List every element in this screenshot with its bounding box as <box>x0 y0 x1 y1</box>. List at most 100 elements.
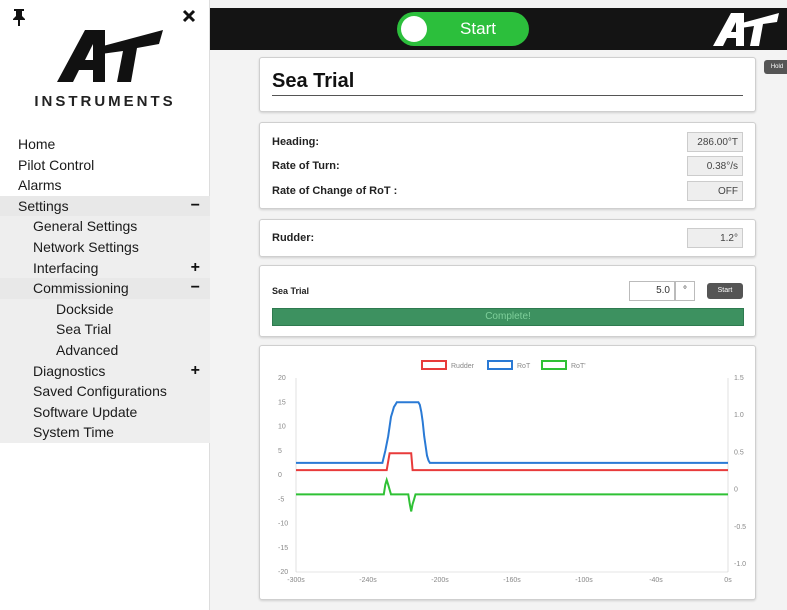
sidebar-item-general-settings[interactable]: General Settings <box>0 216 210 237</box>
title-panel: Sea Trial <box>259 57 756 112</box>
y-left-tick-label: -20 <box>278 569 288 576</box>
sidebar-item-label: Sea Trial <box>56 321 112 338</box>
sidebar-item-label: General Settings <box>33 218 138 235</box>
sidebar-item-label: Home <box>18 136 56 152</box>
expand-icon[interactable]: + <box>191 361 200 382</box>
y-right-tick-label: 1.5 <box>734 375 744 382</box>
sidebar-item-label: Advanced <box>56 341 119 358</box>
y-left-tick-label: 10 <box>278 424 286 431</box>
x-tick-label: -160s <box>503 577 521 584</box>
y-right-tick-label: 1.0 <box>734 412 744 419</box>
legend-label: Rudder <box>451 363 475 370</box>
y-left-tick-label: 20 <box>278 375 286 382</box>
x-tick-label: -240s <box>359 577 377 584</box>
rudder-panel: Rudder: 1.2° <box>259 219 756 257</box>
top-bar: Start <box>210 8 787 50</box>
chart-panel: 20 15 10 5 0 -5 -10 -15 -20 1.5 1.0 0.5 0 -0.5 -1.0 -30… <box>259 345 756 600</box>
x-tick-label: -200s <box>431 577 449 584</box>
rudder-row: Rudder: 1.2° <box>272 228 743 250</box>
legend-swatch <box>541 360 567 370</box>
legend-swatch <box>487 360 513 370</box>
navigation-data-panel: Heading: 286.00°T Rate of Turn: 0.38°/s … <box>259 122 756 209</box>
hold-button[interactable]: Hold <box>764 60 787 74</box>
brand-text: INSTRUMENTS <box>34 93 176 110</box>
sidebar-item-label: Commissioning <box>33 280 129 297</box>
sidebar-item-interfacing[interactable]: Interfacing + <box>0 257 210 279</box>
y-right-tick-label: 0 <box>734 487 738 494</box>
legend-label: RoT <box>517 363 531 370</box>
sidebar-item-dockside[interactable]: Dockside <box>0 298 210 320</box>
start-toggle[interactable]: Start <box>397 12 529 46</box>
sidebar-item-network-settings[interactable]: Network Settings <box>0 236 210 258</box>
sidebar-item-commissioning[interactable]: Commissioning − <box>0 278 210 299</box>
sidebar-item-label: Alarms <box>18 177 62 194</box>
sidebar-item-system-time[interactable]: System Time <box>0 422 210 443</box>
series-line-rot <box>296 401 728 464</box>
expand-icon[interactable]: + <box>191 258 200 279</box>
rate-of-change-value: OFF <box>687 181 743 201</box>
sidebar-item-saved-configurations[interactable]: Saved Configurations <box>0 381 210 402</box>
heading-value: 286.00°T <box>687 132 743 152</box>
x-tick-label: -100s <box>575 577 593 584</box>
sea-trial-progress-bar: Complete! <box>272 308 744 326</box>
y-left-tick-label: -5 <box>278 496 284 503</box>
y-left-tick-label: -10 <box>278 521 288 528</box>
sidebar-item-sea-trial[interactable]: Sea Trial <box>0 319 210 340</box>
start-toggle-label: Start <box>460 19 496 38</box>
sidebar-item-label: Diagnostics <box>33 362 106 379</box>
series-line-rot- <box>296 476 728 512</box>
toggle-knob <box>401 16 427 42</box>
trial-chart: 20 15 10 5 0 -5 -10 -15 -20 1.5 1.0 0.5 0 -0.5 -1.0 -30… <box>278 360 746 584</box>
y-right-tick-label: -0.5 <box>734 524 746 531</box>
x-tick-label: 0s <box>724 577 732 584</box>
collapse-icon[interactable]: − <box>191 196 200 217</box>
sidebar-item-label: Pilot Control <box>18 156 95 173</box>
sidebar-item-advanced[interactable]: Advanced <box>0 339 210 361</box>
sidebar-item-pilot-control[interactable]: Pilot Control <box>0 155 210 176</box>
series-line-rudder <box>296 452 728 472</box>
sidebar-item-settings[interactable]: Settings − <box>0 195 210 217</box>
collapse-icon[interactable]: − <box>191 278 200 299</box>
sea-trial-angle-input[interactable]: 5.0 <box>629 281 675 301</box>
pin-icon[interactable] <box>12 8 26 31</box>
rate-of-turn-value: 0.38°/s <box>687 156 743 176</box>
rudder-value: 1.2° <box>687 228 743 248</box>
sidebar-item-alarms[interactable]: Alarms <box>0 175 210 196</box>
legend-label: RoT' <box>571 363 586 370</box>
top-logo <box>711 10 781 48</box>
sidebar-item-label: Software Update <box>33 403 138 420</box>
y-left-tick-label: 5 <box>278 448 282 455</box>
sidebar-item-diagnostics[interactable]: Diagnostics + <box>0 360 210 382</box>
progress-label: Complete! <box>485 311 531 322</box>
sidebar-item-label: Saved Configurations <box>33 383 167 400</box>
heading-label: Heading: <box>272 136 320 148</box>
sidebar-item-label: Dockside <box>56 300 114 317</box>
close-icon[interactable] <box>182 6 196 29</box>
x-tick-label: -300s <box>287 577 305 584</box>
sea-trial-unit: ° <box>675 281 695 301</box>
sidebar-item-label: System Time <box>33 424 114 441</box>
sea-trial-label: Sea Trial <box>272 286 310 296</box>
sea-trial-start-button[interactable]: Start <box>707 283 743 299</box>
rate-of-change-label: Rate of Change of RoT : <box>272 185 398 197</box>
sidebar: INSTRUMENTS Home Pilot Control Alarms Setti… <box>0 0 210 610</box>
page-title: Sea Trial <box>272 70 355 92</box>
y-right-tick-label: 0.5 <box>734 449 744 456</box>
rate-of-change-row: Rate of Change of RoT : OFF <box>272 181 743 203</box>
y-left-tick-label: 15 <box>278 399 286 406</box>
title-divider <box>272 95 743 96</box>
x-tick-label: -40s <box>649 577 663 584</box>
app-root: INSTRUMENTS Home Pilot Control Alarms Setti… <box>0 0 787 610</box>
sidebar-item-software-update[interactable]: Software Update <box>0 401 210 423</box>
sidebar-item-label: Interfacing <box>33 259 99 276</box>
y-left-tick-label: -15 <box>278 545 288 552</box>
sea-trial-panel: Sea Trial 5.0 ° Start Complete! <box>259 265 756 337</box>
y-right-tick-label: -1.0 <box>734 561 746 568</box>
sidebar-item-label: Network Settings <box>33 238 139 255</box>
sidebar-item-label: Settings <box>18 197 69 214</box>
logo <box>55 26 165 84</box>
sidebar-nav: Home Pilot Control Alarms Settings − General … <box>0 134 210 443</box>
y-left-tick-label: 0 <box>278 472 282 479</box>
rate-of-turn-row: Rate of Turn: 0.38°/s <box>272 156 743 178</box>
sidebar-item-home[interactable]: Home <box>0 134 210 155</box>
